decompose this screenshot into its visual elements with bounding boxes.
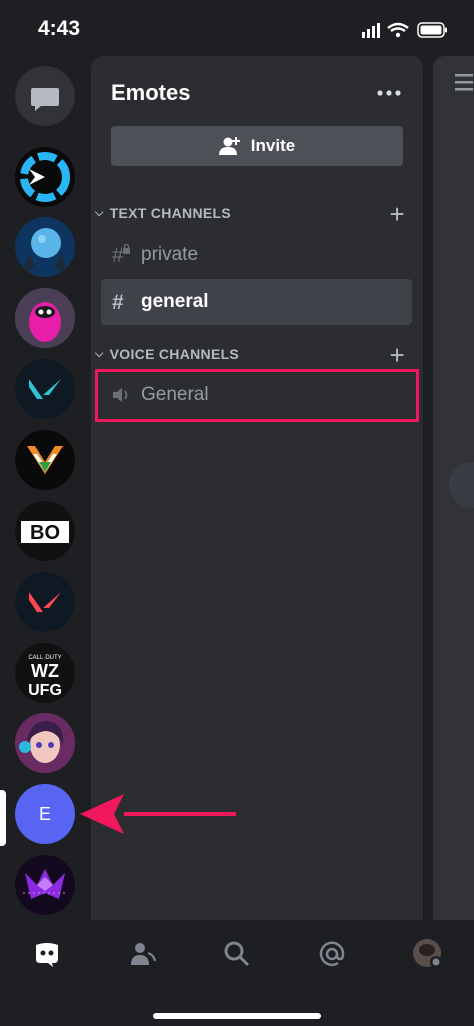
server-moon[interactable] — [15, 217, 75, 277]
server-moon-logo — [15, 217, 75, 277]
more-options-icon[interactable] — [377, 88, 401, 98]
discord-home-icon — [36, 943, 58, 967]
server-v-india[interactable] — [15, 430, 75, 490]
tab-friends[interactable] — [123, 934, 163, 974]
server-arrow[interactable] — [15, 147, 75, 207]
add-channel-icon[interactable]: + — [390, 199, 405, 230]
svg-text:#: # — [112, 291, 124, 313]
chat-panel-peek[interactable] — [433, 56, 474, 920]
status-time: 4:43 — [38, 17, 81, 40]
category-voice-channels[interactable]: ⌵ VOICE CHANNELS + — [95, 340, 405, 370]
server-fall-guys-logo — [15, 288, 75, 348]
wz-text: WZ — [31, 661, 59, 681]
highlight-box — [95, 369, 419, 422]
svg-text:#: # — [112, 244, 124, 266]
category-label: TEXT CHANNELS — [109, 205, 231, 221]
friends-icon — [131, 943, 156, 965]
profile-avatar — [413, 939, 442, 968]
add-channel-icon[interactable]: + — [390, 340, 405, 371]
server-title[interactable]: Emotes — [111, 80, 190, 106]
server-v-india-logo — [27, 446, 63, 474]
invite-label: Invite — [250, 136, 296, 155]
tab-profile[interactable] — [408, 934, 448, 974]
hash-icon: # — [101, 291, 141, 313]
bottom-nav — [0, 920, 474, 1026]
channel-name: private — [141, 244, 199, 265]
server-valorant-red[interactable] — [15, 572, 75, 632]
svg-text:BO: BO — [30, 522, 60, 544]
tab-mentions[interactable] — [312, 934, 352, 974]
ufg-text: UFG — [28, 682, 62, 699]
server-wz-ufg[interactable]: CALL·DUTY WZ UFG — [15, 643, 75, 703]
server-anime-avatar[interactable] — [15, 713, 75, 773]
mentions-icon — [319, 941, 345, 966]
signal-wifi-battery-icon — [362, 22, 447, 38]
channel-private[interactable]: # private — [101, 232, 412, 278]
server-valorant-red-logo — [29, 592, 61, 612]
locked-hash-icon: # — [101, 244, 141, 266]
invite-button[interactable]: Invite — [111, 126, 403, 166]
server-fall-guys[interactable] — [15, 288, 75, 348]
server-emotes[interactable]: E — [15, 784, 75, 844]
channel-general-text[interactable]: # general — [101, 279, 412, 325]
tab-home[interactable] — [27, 934, 67, 974]
server-bo[interactable]: BO — [15, 501, 75, 561]
direct-messages-icon — [31, 88, 59, 111]
tab-search[interactable] — [217, 934, 257, 974]
channel-name: general — [141, 291, 209, 312]
server-purple-logo — [23, 869, 67, 899]
hamburger-icon — [455, 74, 473, 91]
status-icons — [352, 20, 452, 40]
category-text-channels[interactable]: ⌵ TEXT CHANNELS + — [95, 199, 405, 229]
server-valorant-teal-logo — [29, 379, 61, 399]
search-icon — [224, 941, 250, 967]
server-arrow-logo — [20, 152, 70, 202]
server-emotes-letter: E — [38, 803, 51, 824]
category-label: VOICE CHANNELS — [109, 346, 240, 362]
home-indicator — [153, 1013, 321, 1019]
server-purple[interactable] — [15, 855, 75, 915]
chevron-down-icon: ⌵ — [95, 347, 104, 360]
selected-server-indicator — [0, 790, 6, 846]
chat-avatar-peek — [449, 462, 474, 508]
server-anime-avatar-logo — [15, 713, 75, 773]
server-valorant-teal[interactable] — [15, 359, 75, 419]
pointer-arrow-icon — [80, 794, 236, 834]
direct-messages-button[interactable] — [15, 66, 75, 126]
server-wz-ufg-logo: CALL·DUTY WZ UFG — [28, 655, 62, 699]
add-member-icon — [218, 137, 240, 155]
chevron-down-icon: ⌵ — [95, 206, 104, 219]
server-bo-logo: BO — [21, 521, 69, 544]
status-bar: 4:43 — [0, 0, 474, 58]
